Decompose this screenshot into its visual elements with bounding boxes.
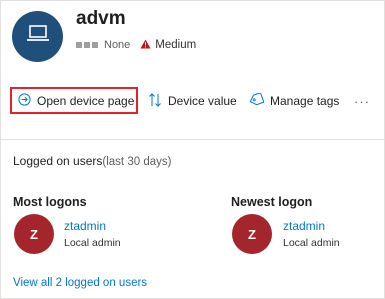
view-all-logged-on-users-link[interactable]: View all 2 logged on users: [13, 277, 147, 289]
newest-logon-user-role: Local admin: [283, 237, 340, 249]
logged-on-users-title: Logged on users(last 30 days): [13, 154, 171, 168]
circle-arrow-right-icon: [18, 92, 37, 109]
avatar: Z: [232, 214, 272, 254]
divider: [0, 139, 385, 140]
more-actions-button[interactable]: ···: [354, 86, 370, 116]
action-bar: Open device page Device value Manage tag…: [0, 86, 385, 116]
device-value-button[interactable]: Device value: [148, 86, 237, 116]
section-title-label: Logged on users: [13, 154, 103, 168]
most-logons-user-link[interactable]: ztadmin: [64, 219, 106, 233]
section-period: (last 30 days): [102, 156, 172, 168]
health-label: None: [104, 39, 131, 51]
device-value-label: Device value: [168, 94, 237, 108]
most-logons-heading: Most logons: [13, 195, 87, 209]
tag-icon: [249, 92, 270, 109]
risk-level: Medium: [140, 39, 196, 52]
most-logons-user-role: Local admin: [64, 237, 121, 249]
manage-tags-label: Manage tags: [270, 94, 340, 108]
newest-logon-heading: Newest logon: [231, 195, 313, 209]
warning-icon: [140, 39, 155, 52]
avatar: Z: [14, 214, 54, 254]
newest-logon-user-link[interactable]: ztadmin: [283, 219, 325, 233]
device-avatar: [12, 11, 63, 62]
device-name: advm: [76, 8, 126, 29]
sort-arrows-icon: [148, 92, 168, 110]
device-meta: None Medium: [76, 38, 196, 52]
manage-tags-button[interactable]: Manage tags: [249, 86, 339, 116]
open-device-page-label: Open device page: [37, 93, 135, 108]
health-bars-icon: [76, 42, 98, 48]
open-device-page-button[interactable]: Open device page: [10, 87, 138, 114]
laptop-icon: [26, 24, 50, 49]
risk-label: Medium: [155, 39, 197, 51]
